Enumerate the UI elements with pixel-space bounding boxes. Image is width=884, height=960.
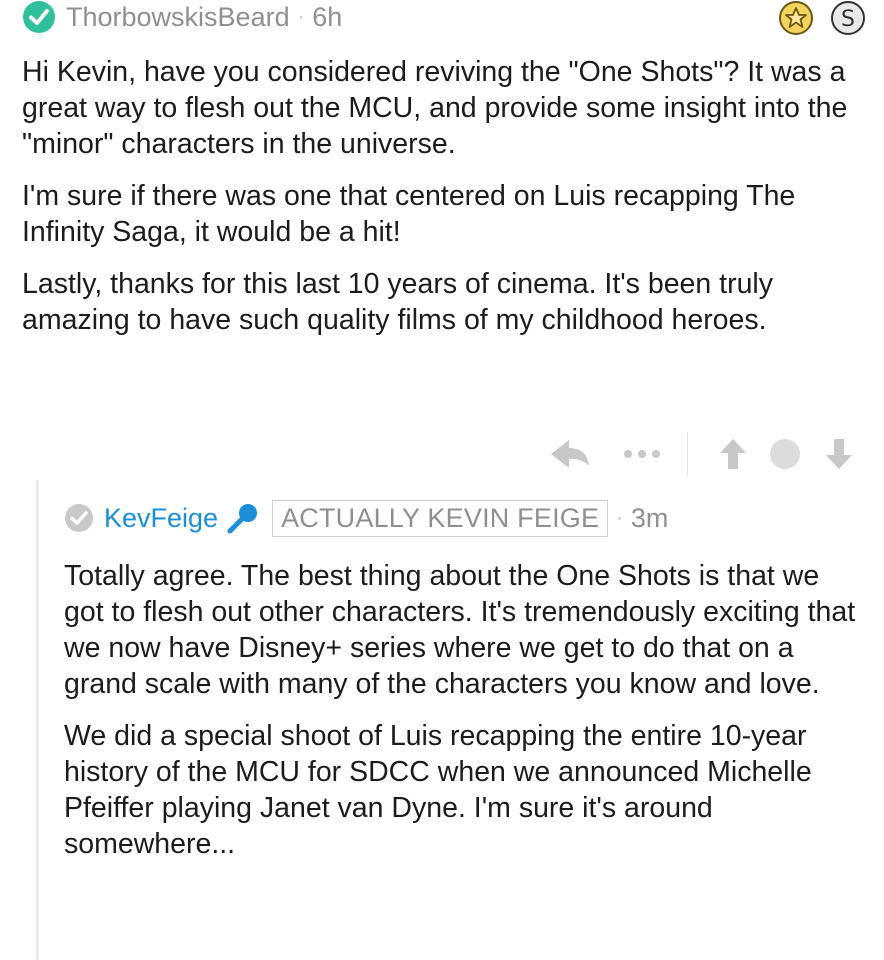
comment-header: ThorbowskisBeard · 6h — [22, 0, 342, 34]
award-badges: S — [778, 0, 866, 36]
silver-coin-icon[interactable]: S — [830, 0, 866, 36]
downvote-icon[interactable] — [824, 434, 854, 474]
action-divider — [687, 432, 688, 476]
verified-check-icon — [23, 1, 55, 33]
upvote-icon[interactable] — [718, 434, 748, 474]
comment-body: Hi Kevin, have you considered reviving t… — [22, 54, 852, 354]
svg-text:S: S — [841, 7, 855, 32]
verified-check-icon — [65, 504, 93, 532]
comment-action-bar — [549, 432, 854, 476]
reply-header: KevFeige ACTUALLY KEVIN FEIGE · 3m — [64, 498, 668, 538]
comment-username[interactable]: ThorbowskisBeard — [66, 2, 290, 33]
meta-separator: · — [616, 506, 623, 529]
comment-time: 6h — [312, 1, 343, 32]
microphone-icon — [227, 504, 258, 534]
reply-icon[interactable] — [549, 434, 591, 474]
score-dot — [770, 439, 800, 469]
reply-paragraph: Totally agree. The best thing about the … — [64, 560, 856, 700]
user-flair: ACTUALLY KEVIN FEIGE — [272, 499, 609, 537]
reply-body: Totally agree. The best thing about the … — [64, 558, 864, 878]
comment-paragraph: I'm sure if there was one that centered … — [22, 180, 796, 248]
comment-paragraph: Hi Kevin, have you considered reviving t… — [22, 56, 848, 160]
reply-time: 3m — [630, 502, 669, 533]
reply-paragraph: We did a special shoot of Luis recapping… — [64, 720, 812, 860]
more-options-icon[interactable] — [621, 434, 663, 474]
reply-thread-line — [36, 480, 39, 960]
comment-paragraph: Lastly, thanks for this last 10 years of… — [22, 268, 774, 336]
meta-separator: · — [297, 5, 305, 28]
reply-username[interactable]: KevFeige — [104, 503, 218, 534]
star-award-icon[interactable] — [778, 0, 814, 36]
